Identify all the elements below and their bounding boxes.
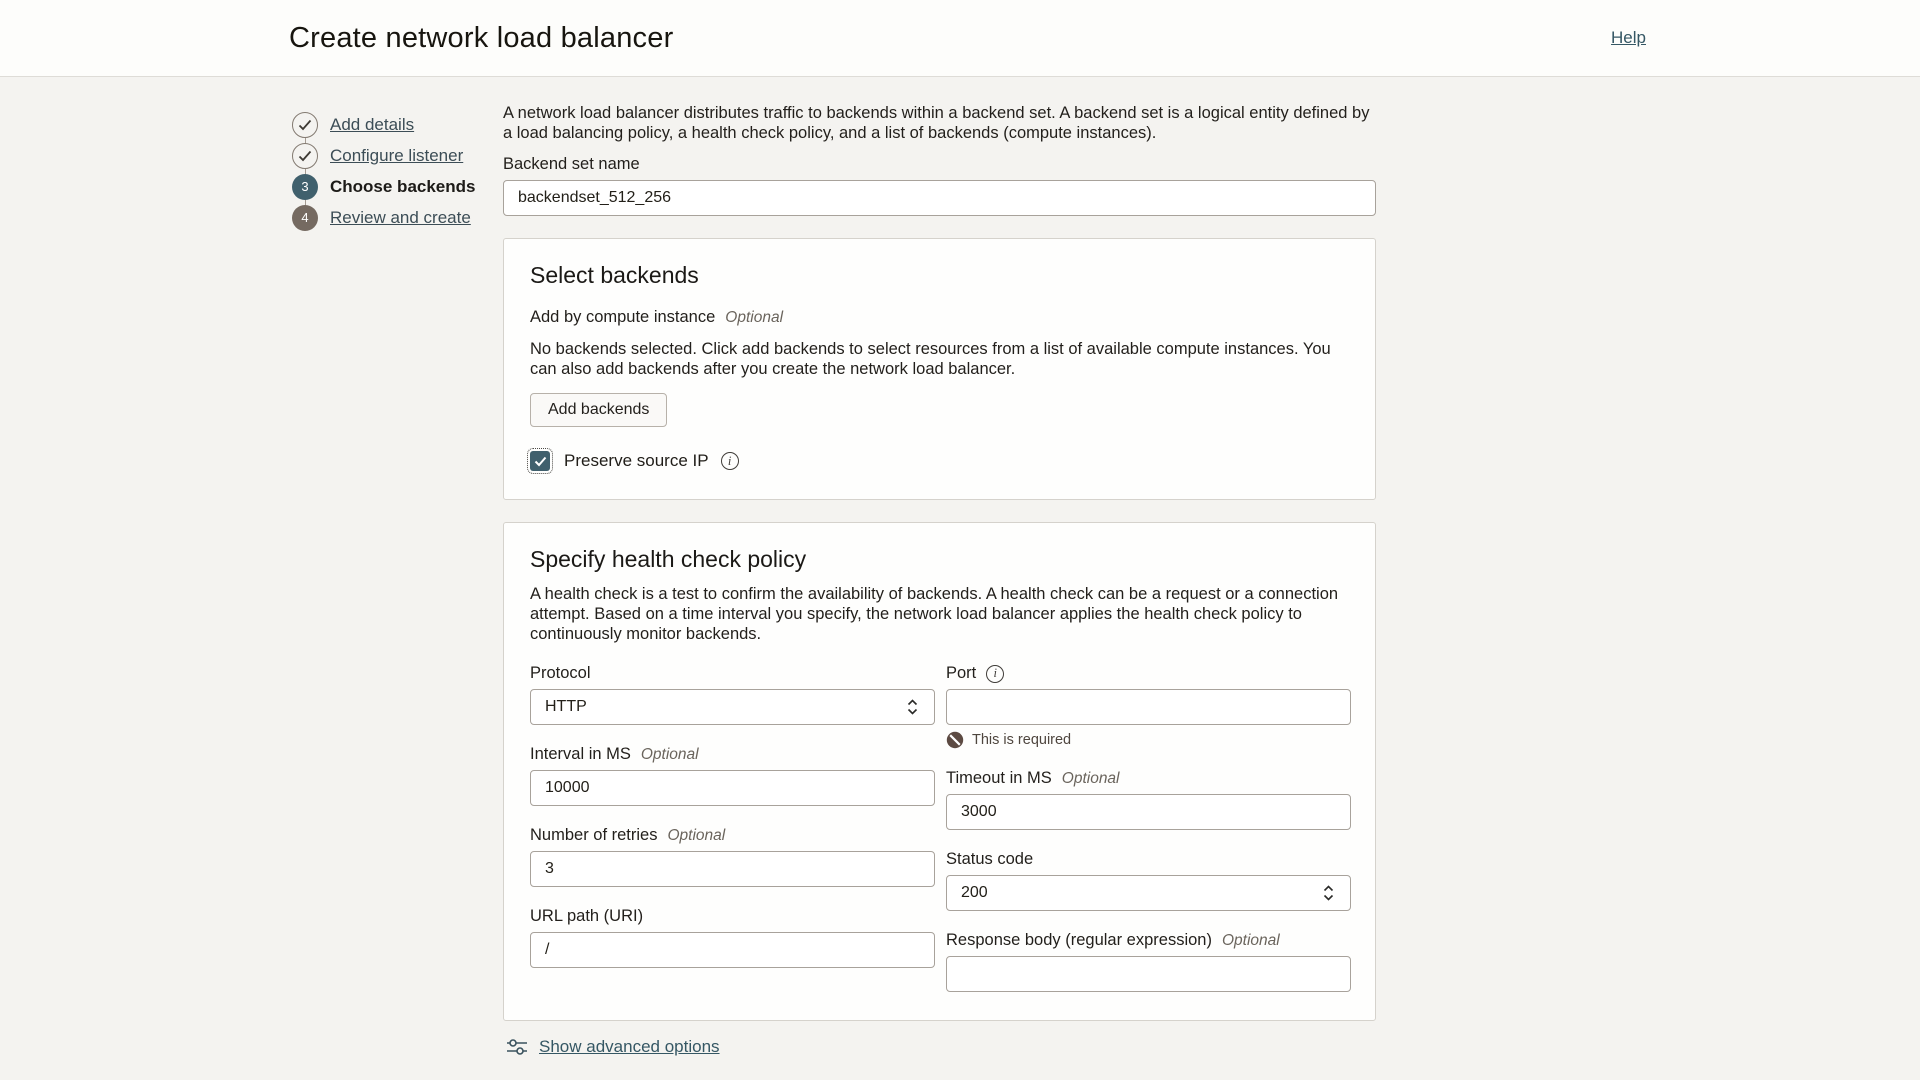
checkmark-icon	[534, 456, 547, 467]
help-link[interactable]: Help	[1611, 28, 1646, 48]
status-code-selected-value: 200	[961, 884, 988, 902]
main-panel: A network load balancer distributes traf…	[503, 103, 1376, 1057]
step-complete-check-icon	[292, 112, 318, 138]
stepper-step-configure-listener[interactable]: Configure listener	[292, 140, 503, 171]
protocol-select[interactable]: HTTP	[530, 689, 935, 725]
step-number-badge: 4	[292, 205, 318, 231]
stepper-label-configure-listener[interactable]: Configure listener	[330, 146, 463, 166]
no-backends-description: No backends selected. Click add backends…	[530, 339, 1351, 379]
optional-badge: Optional	[641, 746, 699, 764]
url-path-label: URL path (URI)	[530, 907, 643, 926]
preserve-source-ip-label: Preserve source IP	[564, 451, 709, 471]
step-complete-check-icon	[292, 143, 318, 169]
url-path-input[interactable]	[530, 932, 935, 968]
optional-badge: Optional	[1222, 932, 1280, 950]
health-check-description: A health check is a test to confirm the …	[530, 584, 1351, 644]
stepper-label-choose-backends: Choose backends	[330, 177, 476, 197]
protocol-label: Protocol	[530, 664, 591, 683]
show-advanced-options-link[interactable]: Show advanced options	[539, 1037, 720, 1057]
retries-input[interactable]	[530, 851, 935, 887]
stepper-step-review-create[interactable]: 4 Review and create	[292, 202, 503, 233]
health-check-left-column: Protocol HTTP Interval in MS	[530, 664, 935, 992]
response-body-input[interactable]	[946, 956, 1351, 992]
status-code-label: Status code	[946, 850, 1033, 869]
wizard-stepper: Add details Configure listener 3 Choose …	[292, 109, 503, 233]
sliders-icon	[506, 1037, 528, 1057]
port-label: Port	[946, 664, 976, 683]
interval-input[interactable]	[530, 770, 935, 806]
add-by-compute-instance-label: Add by compute instance	[530, 308, 715, 327]
page-title: Create network load balancer	[289, 22, 673, 55]
port-input[interactable]	[946, 689, 1351, 725]
error-icon	[946, 731, 964, 749]
select-backends-title: Select backends	[530, 263, 1351, 288]
content-area: Add details Configure listener 3 Choose …	[0, 77, 1920, 1057]
timeout-label: Timeout in MS	[946, 769, 1052, 788]
response-body-label: Response body (regular expression)	[946, 931, 1212, 950]
select-backends-card: Select backends Add by compute instance …	[503, 238, 1376, 500]
stepper-label-add-details[interactable]: Add details	[330, 115, 414, 135]
preserve-source-ip-checkbox[interactable]	[530, 451, 550, 471]
stepper-step-choose-backends: 3 Choose backends	[292, 171, 503, 202]
optional-badge: Optional	[725, 309, 783, 327]
health-check-card: Specify health check policy A health che…	[503, 522, 1376, 1021]
stepper-step-add-details[interactable]: Add details	[292, 109, 503, 140]
protocol-selected-value: HTTP	[545, 698, 587, 716]
chevron-updown-icon	[1323, 885, 1334, 901]
optional-badge: Optional	[667, 827, 725, 845]
timeout-input[interactable]	[946, 794, 1351, 830]
port-error-message: This is required	[972, 732, 1071, 748]
optional-badge: Optional	[1062, 770, 1120, 788]
add-backends-button[interactable]: Add backends	[530, 393, 667, 427]
health-check-right-column: Port i This is required	[946, 664, 1351, 992]
health-check-title: Specify health check policy	[530, 547, 1351, 572]
backend-set-name-label: Backend set name	[503, 155, 640, 174]
backend-set-name-input[interactable]	[503, 180, 1376, 216]
step-number-badge: 3	[292, 174, 318, 200]
retries-label: Number of retries	[530, 826, 657, 845]
preserve-source-ip-info-icon[interactable]: i	[721, 452, 739, 470]
page-header: Create network load balancer Help	[0, 0, 1920, 77]
status-code-select[interactable]: 200	[946, 875, 1351, 911]
stepper-label-review-create[interactable]: Review and create	[330, 208, 471, 228]
intro-text: A network load balancer distributes traf…	[503, 103, 1376, 143]
port-info-icon[interactable]: i	[986, 665, 1004, 683]
chevron-updown-icon	[907, 699, 918, 715]
interval-label: Interval in MS	[530, 745, 631, 764]
